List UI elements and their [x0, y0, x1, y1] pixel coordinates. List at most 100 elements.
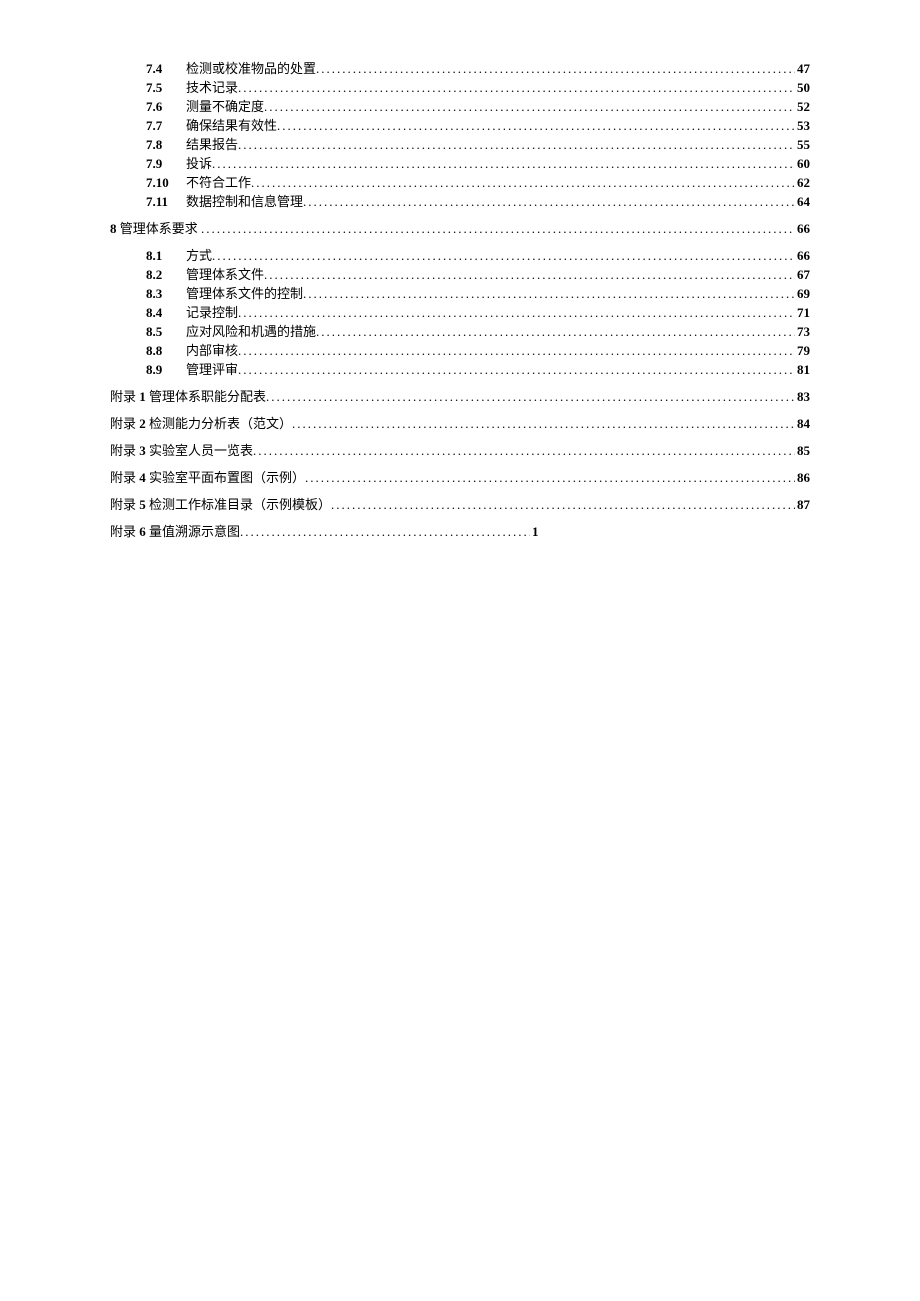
- toc-entry: 8.4记录控制71: [146, 306, 810, 319]
- toc-entry-number: 7.6: [146, 100, 186, 113]
- toc-entry-title: 检测或校准物品的处置: [186, 62, 316, 75]
- toc-entry-title: 数据控制和信息管理: [186, 195, 303, 208]
- toc-page-number: 85: [795, 444, 810, 457]
- toc-entry: 7.9投诉 60: [146, 157, 810, 170]
- toc-entry: 附录 6 量值溯源示意图 1: [110, 525, 810, 538]
- toc-entry: 附录 5 检测工作标准目录（示例模板） 87: [110, 498, 810, 511]
- toc-section-8-head: 8 管理体系要求 66: [110, 222, 810, 235]
- toc-entry-title: 附录 1 管理体系职能分配表: [110, 390, 266, 403]
- toc-entry-title: 结果报告: [186, 138, 238, 151]
- toc-entry: 8.8 内部审核 79: [146, 344, 810, 357]
- toc-entry: 7.4检测或校准物品的处置 47: [146, 62, 810, 75]
- toc-entry: 7.7确保结果有效性53: [146, 119, 810, 132]
- toc-page-number: 71: [795, 306, 810, 319]
- toc-appendix-entry: 附录 5 检测工作标准目录（示例模板） 87: [110, 498, 810, 511]
- toc-page-number: 55: [795, 138, 810, 151]
- toc-entry-title: 应对风险和机遇的措施: [186, 325, 316, 338]
- toc-page-number: 50: [795, 81, 810, 94]
- toc-leader-dots: [305, 471, 795, 484]
- toc-entry-title: 内部审核: [186, 344, 238, 357]
- toc-page-number: 79: [795, 344, 810, 357]
- toc-page-number: 1: [530, 525, 539, 538]
- toc-entry-number: 8.1: [146, 249, 186, 262]
- toc-page-number: 60: [795, 157, 810, 170]
- toc-entry: 附录 3 实验室人员一览表 85: [110, 444, 810, 457]
- toc-page-number: 73: [795, 325, 810, 338]
- toc-entry-number: 8.8: [146, 344, 186, 357]
- toc-entry-number: 8.2: [146, 268, 186, 281]
- toc-section-8-items: 8.1方式668.2管理体系文件678.3管理体系文件的控制698.4记录控制7…: [146, 249, 810, 376]
- toc-page-number: 69: [795, 287, 810, 300]
- toc-entry: 7.11 数据控制和信息管理 64: [146, 195, 810, 208]
- toc-entry: 8.5应对风险和机遇的措施 73: [146, 325, 810, 338]
- toc-leader-dots: [316, 62, 795, 75]
- toc-leader-dots: [238, 138, 795, 151]
- toc-leader-dots: [331, 498, 795, 511]
- toc-leader-dots: [292, 417, 795, 430]
- toc-leader-dots: [238, 344, 795, 357]
- toc-page-number: 67: [795, 268, 810, 281]
- toc-entry-number: 7.9: [146, 157, 186, 170]
- toc-entry-title: 记录控制: [186, 306, 238, 319]
- toc-entry: 7.5技术记录 50: [146, 81, 810, 94]
- toc-page-number: 83: [795, 390, 810, 403]
- toc-entry: 7.10 不符合工作 62: [146, 176, 810, 189]
- toc-page-number: 64: [795, 195, 810, 208]
- toc-appendix-entry: 附录 4 实验室平面布置图（示例）86: [110, 471, 810, 484]
- toc-leader-dots: [266, 390, 795, 403]
- toc-entry: 8.1方式66: [146, 249, 810, 262]
- toc-page-number: 47: [795, 62, 810, 75]
- toc-entry-title: 管理评审: [186, 363, 238, 376]
- toc-entry: 附录 4 实验室平面布置图（示例）86: [110, 471, 810, 484]
- toc-entry-title: 技术记录: [186, 81, 238, 94]
- toc-page-number: 87: [795, 498, 810, 511]
- toc-leader-dots: [264, 268, 795, 281]
- toc-leader-dots: [316, 325, 795, 338]
- toc-leader-dots: [238, 363, 795, 376]
- toc-leader-dots: [238, 81, 795, 94]
- toc-entry: 8.3管理体系文件的控制 69: [146, 287, 810, 300]
- toc-entry-title: 确保结果有效性: [186, 119, 277, 132]
- toc-leader-dots: [303, 195, 795, 208]
- toc-entry-title: 附录 2 检测能力分析表（范文）: [110, 417, 292, 430]
- toc-entry-title: 8 管理体系要求: [110, 222, 201, 235]
- table-of-contents: 7.4检测或校准物品的处置477.5技术记录507.6测量不确定度527.7确保…: [110, 62, 810, 538]
- toc-entry: 8.2管理体系文件 67: [146, 268, 810, 281]
- toc-leader-dots: [253, 444, 795, 457]
- toc-entry-title: 管理体系文件的控制: [186, 287, 303, 300]
- toc-entry-number: 7.10: [146, 176, 186, 189]
- toc-appendix-entry: 附录 2 检测能力分析表（范文）84: [110, 417, 810, 430]
- toc-entry-number: 7.4: [146, 62, 186, 75]
- toc-appendices: 附录 1 管理体系职能分配表 83 附录 2 检测能力分析表（范文）84 附录 3 实…: [110, 390, 810, 538]
- toc-entry-number: 8.5: [146, 325, 186, 338]
- toc-page-number: 66: [795, 222, 810, 235]
- toc-entry-title: 管理体系文件: [186, 268, 264, 281]
- toc-entry-number: 7.5: [146, 81, 186, 94]
- toc-entry-title: 附录 3 实验室人员一览表: [110, 444, 253, 457]
- toc-entry-number: 8.9: [146, 363, 186, 376]
- toc-section-7-items: 7.4检测或校准物品的处置477.5技术记录507.6测量不确定度527.7确保…: [146, 62, 810, 208]
- toc-page-number: 66: [795, 249, 810, 262]
- toc-entry-title: 投诉: [186, 157, 212, 170]
- toc-leader-dots: [212, 157, 795, 170]
- toc-entry: 8.9管理评审 81: [146, 363, 810, 376]
- toc-entry-title: 测量不确定度: [186, 100, 264, 113]
- toc-leader-dots: [277, 119, 795, 132]
- toc-leader-dots: [238, 306, 795, 319]
- toc-entry: 附录 1 管理体系职能分配表 83: [110, 390, 810, 403]
- toc-entry: 7.6测量不确定度 52: [146, 100, 810, 113]
- toc-entry-title: 附录 6 量值溯源示意图: [110, 525, 240, 538]
- toc-leader-dots: [201, 222, 795, 235]
- toc-appendix-entry: 附录 1 管理体系职能分配表 83: [110, 390, 810, 403]
- toc-entry-number: 8.3: [146, 287, 186, 300]
- toc-page-number: 53: [795, 119, 810, 132]
- toc-entry-number: 7.8: [146, 138, 186, 151]
- toc-entry-number: 7.11: [146, 195, 186, 208]
- toc-entry: 附录 2 检测能力分析表（范文）84: [110, 417, 810, 430]
- toc-page-number: 81: [795, 363, 810, 376]
- toc-leader-dots: [212, 249, 795, 262]
- toc-leader-dots: [240, 525, 530, 538]
- toc-entry-title: 附录 5 检测工作标准目录（示例模板）: [110, 498, 331, 511]
- toc-page-number: 52: [795, 100, 810, 113]
- toc-page-number: 62: [795, 176, 810, 189]
